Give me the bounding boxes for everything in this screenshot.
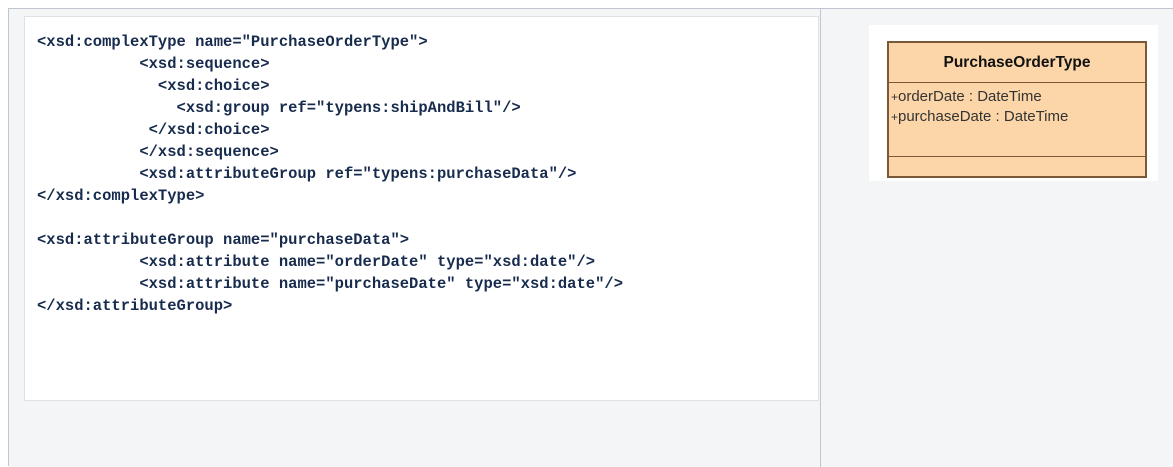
uml-class-box: PurchaseOrderType +orderDate : DateTime … <box>887 41 1147 178</box>
code-line: </xsd:choice> <box>37 121 270 139</box>
code-block: <xsd:complexType name="PurchaseOrderType… <box>24 16 819 401</box>
code-line: <xsd:attribute name="purchaseDate" type=… <box>37 275 623 293</box>
uml-class-name: PurchaseOrderType <box>889 43 1145 83</box>
code-text: <xsd:complexType name="PurchaseOrderType… <box>25 17 818 317</box>
code-line: <xsd:group ref="typens:shipAndBill"/> <box>37 99 521 117</box>
code-line: </xsd:complexType> <box>37 187 205 205</box>
code-line: <xsd:sequence> <box>37 55 270 73</box>
code-line: </xsd:sequence> <box>37 143 279 161</box>
uml-attribute: +purchaseDate : DateTime <box>891 107 1145 127</box>
code-line: <xsd:attributeGroup ref="typens:purchase… <box>37 165 577 183</box>
uml-operations <box>889 157 1145 175</box>
code-line: <xsd:complexType name="PurchaseOrderType… <box>37 33 428 51</box>
uml-attribute: +orderDate : DateTime <box>891 87 1145 107</box>
code-line: <xsd:choice> <box>37 77 270 95</box>
code-line: <xsd:attributeGroup name="purchaseData"> <box>37 231 410 249</box>
attribute-text: purchaseDate : DateTime <box>898 108 1069 125</box>
visibility-marker: + <box>891 110 899 124</box>
attribute-text: orderDate : DateTime <box>898 88 1042 105</box>
uml-attributes: +orderDate : DateTime +purchaseDate : Da… <box>889 83 1145 157</box>
code-line: <xsd:attribute name="orderDate" type="xs… <box>37 253 596 271</box>
code-line: </xsd:attributeGroup> <box>37 297 233 315</box>
visibility-marker: + <box>891 90 899 104</box>
